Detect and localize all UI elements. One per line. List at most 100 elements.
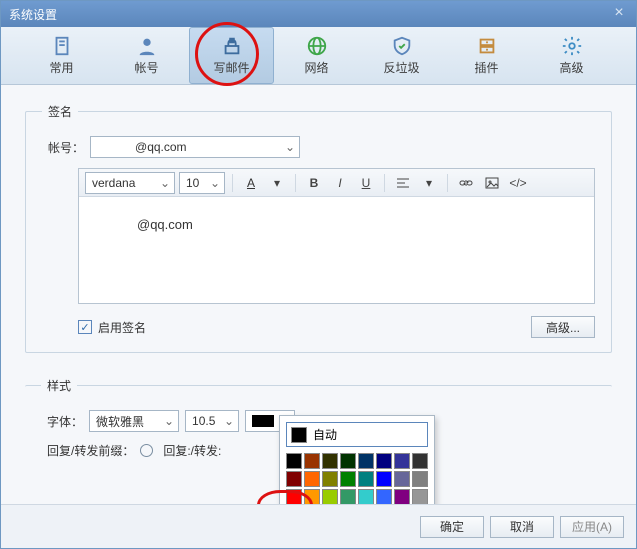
- color-swatch[interactable]: [394, 453, 410, 469]
- apply-button[interactable]: 应用(A): [560, 516, 624, 538]
- link-icon: [459, 177, 473, 189]
- color-swatch[interactable]: [394, 489, 410, 504]
- tab-general[interactable]: 常用: [19, 27, 104, 84]
- color-swatch[interactable]: [286, 453, 302, 469]
- color-swatch[interactable]: [322, 453, 338, 469]
- signature-text: @qq.com: [97, 217, 193, 232]
- color-swatch[interactable]: [322, 471, 338, 487]
- style-font-value: 微软雅黑: [96, 413, 144, 430]
- tab-antispam[interactable]: 反垃圾: [359, 27, 444, 84]
- align-button[interactable]: [392, 173, 414, 193]
- globe-icon: [306, 35, 328, 57]
- color-swatch[interactable]: [358, 453, 374, 469]
- style-size-select[interactable]: 10.5 ⌄: [185, 410, 239, 432]
- chevron-down-icon[interactable]: ▾: [418, 173, 440, 193]
- tab-label: 插件: [474, 59, 498, 76]
- enable-signature-checkbox[interactable]: ✓: [78, 320, 92, 334]
- separator: [295, 174, 296, 192]
- color-swatch[interactable]: [304, 489, 320, 504]
- tab-label: 高级: [559, 59, 583, 76]
- chevron-down-icon: ⌄: [160, 176, 170, 190]
- close-icon[interactable]: ×: [608, 3, 630, 25]
- style-size-value: 10.5: [192, 414, 215, 428]
- color-swatch[interactable]: [322, 489, 338, 504]
- window-title: 系统设置: [9, 6, 57, 23]
- color-auto-row[interactable]: 自动: [286, 422, 428, 447]
- page-icon: [51, 35, 73, 57]
- color-picker-popup: 自动 更多: [279, 415, 435, 504]
- color-swatch[interactable]: [340, 471, 356, 487]
- align-icon: [396, 177, 410, 189]
- account-value: @qq.com: [97, 140, 187, 154]
- editor-content[interactable]: @qq.com: [79, 197, 594, 303]
- gear-icon: [561, 35, 583, 57]
- body: 签名 帐号： @qq.com ⌄ verdana ⌄ 10 ⌄: [1, 85, 636, 504]
- tab-label: 帐号: [134, 59, 158, 76]
- color-swatch[interactable]: [286, 471, 302, 487]
- advanced-button[interactable]: 高级...: [531, 316, 595, 338]
- color-swatch[interactable]: [394, 471, 410, 487]
- tab-compose[interactable]: 写邮件: [189, 27, 274, 84]
- color-swatch[interactable]: [376, 471, 392, 487]
- tab-label: 反垃圾: [383, 59, 419, 76]
- color-swatch[interactable]: [376, 489, 392, 504]
- color-swatch[interactable]: [304, 453, 320, 469]
- font-color-button[interactable]: A: [240, 173, 262, 193]
- color-swatch[interactable]: [412, 471, 428, 487]
- color-swatch[interactable]: [412, 489, 428, 504]
- tab-label: 网络: [304, 59, 328, 76]
- auto-swatch: [291, 427, 307, 443]
- image-icon: [485, 177, 499, 189]
- toolbar: 常用 帐号 写邮件 网络 反垃圾 插件 高级: [1, 27, 636, 85]
- compose-icon: [221, 35, 243, 57]
- chevron-down-icon[interactable]: ▾: [266, 173, 288, 193]
- underline-button[interactable]: U: [355, 173, 377, 193]
- color-swatch[interactable]: [340, 489, 356, 504]
- color-swatch[interactable]: [376, 453, 392, 469]
- tab-label: 常用: [49, 59, 73, 76]
- color-swatch[interactable]: [358, 489, 374, 504]
- color-swatch[interactable]: [340, 453, 356, 469]
- signature-editor: verdana ⌄ 10 ⌄ A ▾ B I U: [78, 168, 595, 304]
- enable-signature-label: 启用签名: [98, 319, 146, 336]
- separator: [232, 174, 233, 192]
- account-select[interactable]: @qq.com ⌄: [90, 136, 300, 158]
- bold-button[interactable]: B: [303, 173, 325, 193]
- tab-account[interactable]: 帐号: [104, 27, 189, 84]
- font-name-value: verdana: [92, 176, 135, 190]
- color-swatch[interactable]: [286, 489, 302, 504]
- chevron-down-icon: ⌄: [285, 140, 295, 154]
- color-swatch[interactable]: [412, 453, 428, 469]
- tab-advanced[interactable]: 高级: [529, 27, 614, 84]
- user-icon: [136, 35, 158, 57]
- font-label: 字体：: [47, 413, 83, 430]
- cancel-button[interactable]: 取消: [490, 516, 554, 538]
- style-legend: 样式: [41, 377, 77, 394]
- font-size-select[interactable]: 10 ⌄: [179, 172, 225, 194]
- link-button[interactable]: [455, 173, 477, 193]
- italic-button[interactable]: I: [329, 173, 351, 193]
- tab-plugins[interactable]: 插件: [444, 27, 529, 84]
- chevron-down-icon: ⌄: [164, 414, 174, 428]
- image-button[interactable]: [481, 173, 503, 193]
- footer: 确定 取消 应用(A): [1, 504, 636, 548]
- chevron-down-icon: ⌄: [210, 176, 220, 190]
- font-size-value: 10: [186, 176, 199, 190]
- color-swatch[interactable]: [304, 471, 320, 487]
- reply-prefix-option: 回复:/转发:: [163, 442, 221, 459]
- shield-icon: [391, 35, 413, 57]
- auto-label: 自动: [313, 426, 337, 443]
- code-button[interactable]: </>: [507, 173, 529, 193]
- ok-button[interactable]: 确定: [420, 516, 484, 538]
- tab-network[interactable]: 网络: [274, 27, 359, 84]
- titlebar: 系统设置 ×: [1, 1, 636, 27]
- reply-prefix-radio[interactable]: [140, 444, 153, 457]
- color-chip: [252, 415, 274, 427]
- swatch-grid: [286, 453, 428, 504]
- color-swatch[interactable]: [358, 471, 374, 487]
- style-font-select[interactable]: 微软雅黑 ⌄: [89, 410, 179, 432]
- tab-label: 写邮件: [213, 59, 249, 76]
- font-name-select[interactable]: verdana ⌄: [85, 172, 175, 194]
- account-label: 帐号：: [48, 139, 84, 156]
- reply-prefix-label: 回复/转发前缀：: [47, 442, 134, 459]
